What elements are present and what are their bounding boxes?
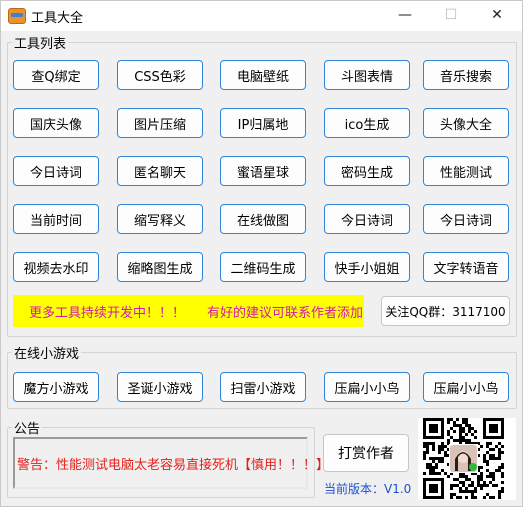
tool-button-video-watermark-remove[interactable]: 视频去水印 <box>13 252 99 282</box>
maximize-button[interactable]: ☐ <box>428 1 474 31</box>
tool-button-miyu-planet[interactable]: 蜜语星球 <box>220 156 306 186</box>
notice-group-label: 公告 <box>14 422 41 437</box>
tool-button-ip-location[interactable]: IP归属地 <box>220 108 306 138</box>
tool-button-performance-test[interactable]: 性能测试 <box>423 156 509 186</box>
tool-button-password-generator[interactable]: 密码生成 <box>324 156 410 186</box>
tool-button-daily-poem-3[interactable]: 今日诗词 <box>423 204 509 234</box>
tool-button-kuaishou[interactable]: 快手小姐姐 <box>324 252 410 282</box>
tool-button-daily-poem-2[interactable]: 今日诗词 <box>324 204 410 234</box>
follow-qq-group-button[interactable]: 关注QQ群：3117100 <box>381 296 510 326</box>
tool-button-online-drawing[interactable]: 在线做图 <box>220 204 306 234</box>
tool-button-national-day-avatar[interactable]: 国庆头像 <box>13 108 99 138</box>
tool-button-meme[interactable]: 斗图表情 <box>324 60 410 90</box>
games-group-label: 在线小游戏 <box>14 347 80 362</box>
main-window: 工具大全 — ☐ ✕ 工具列表 查Q绑定 CSS色彩 电脑壁纸 斗图表情 音乐搜… <box>0 0 523 507</box>
banner-more-tools-text: 更多工具持续开发中！！！ <box>29 305 186 321</box>
tool-button-image-compress[interactable]: 图片压缩 <box>117 108 203 138</box>
game-button-christmas[interactable]: 圣诞小游戏 <box>117 372 203 402</box>
game-button-squash-bird[interactable]: 压扁小小鸟 <box>324 372 410 402</box>
tool-button-thumbnail-generator[interactable]: 缩略图生成 <box>117 252 203 282</box>
tool-button-wallpaper[interactable]: 电脑壁纸 <box>220 60 306 90</box>
tool-button-daily-poem[interactable]: 今日诗词 <box>13 156 99 186</box>
minimize-button[interactable]: — <box>382 1 428 31</box>
qr-code-icon <box>423 418 504 499</box>
game-button-rubiks-cube[interactable]: 魔方小游戏 <box>13 372 99 402</box>
game-button-minesweeper[interactable]: 扫雷小游戏 <box>220 372 306 402</box>
game-button-squash-bird-2[interactable]: 压扁小小鸟 <box>423 372 509 402</box>
reward-author-button[interactable]: 打赏作者 <box>323 434 409 472</box>
tools-group-label: 工具列表 <box>14 37 67 52</box>
qr-code-image <box>418 418 516 500</box>
title-bar[interactable]: 工具大全 — ☐ ✕ <box>1 1 522 31</box>
tool-button-qrcode-generator[interactable]: 二维码生成 <box>220 252 306 282</box>
tool-button-css-color[interactable]: CSS色彩 <box>117 60 203 90</box>
toolbox-icon <box>8 8 26 24</box>
window-title: 工具大全 <box>31 11 84 26</box>
tool-button-current-time[interactable]: 当前时间 <box>13 204 99 234</box>
notice-box: 警告：性能测试电脑太老容易直接死机【慎用！！！】 <box>13 437 329 489</box>
development-banner: 更多工具持续开发中！！！ 有好的建议可联系作者添加 <box>13 295 364 327</box>
tool-button-avatar-collection[interactable]: 头像大全 <box>423 108 509 138</box>
version-label: 当前版本：V1.0 <box>324 482 412 496</box>
banner-suggestion-text: 有好的建议可联系作者添加 <box>207 305 364 321</box>
tool-button-text-to-speech[interactable]: 文字转语音 <box>423 252 509 282</box>
tool-button-abbreviation[interactable]: 缩写释义 <box>117 204 203 234</box>
tool-button-music-search[interactable]: 音乐搜索 <box>423 60 509 90</box>
tool-button-qq-bind[interactable]: 查Q绑定 <box>13 60 99 90</box>
tool-button-anonymous-chat[interactable]: 匿名聊天 <box>117 156 203 186</box>
tool-button-ico-generator[interactable]: ico生成 <box>324 108 410 138</box>
warning-text: 警告：性能测试电脑太老容易直接死机【慎用！！！】 <box>17 457 330 473</box>
close-button[interactable]: ✕ <box>474 1 520 31</box>
